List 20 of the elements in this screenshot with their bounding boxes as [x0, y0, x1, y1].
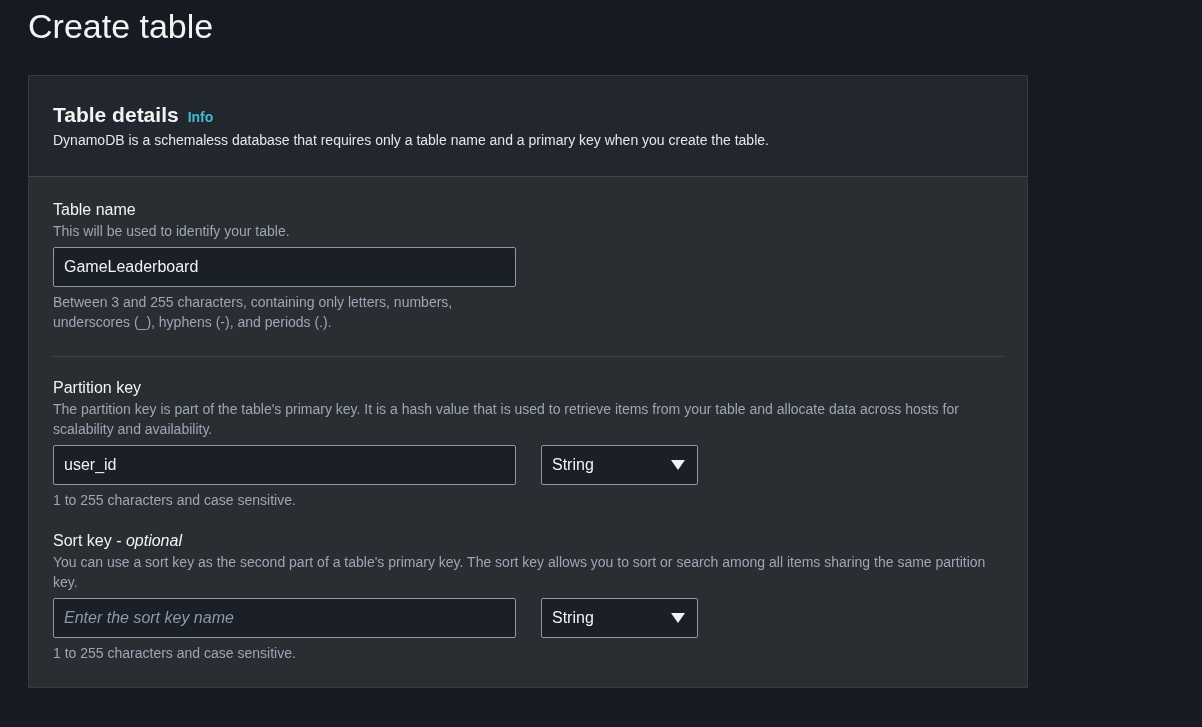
panel-title: Table details [53, 102, 179, 128]
type-dropdown[interactable]: String [541, 445, 698, 485]
text-input-field[interactable]: GameLeaderboard [53, 247, 516, 287]
field-description: You can use a sort key as the second part of a table's primary key. The sort key allows you to sort or search among all items sharing the same partition key. [53, 553, 987, 592]
field-label: Table name [53, 200, 136, 220]
info-link[interactable]: Info [187, 107, 214, 128]
field-description: The partition key is part of the table's primary key. It is a hash value that is used to retrieve items from your table and allocate data across hosts for scalability and availability. [53, 400, 960, 439]
page-title: Create table [28, 6, 214, 47]
caret-down-icon [671, 460, 685, 470]
constraint-text: Between 3 and 255 characters, containing only letters, numbers, underscores (_), hyphens (-), and periods (.). [53, 293, 454, 332]
text-input-field[interactable]: Enter the sort key name [53, 598, 516, 638]
panel-description: DynamoDB is a schemaless database that requires only a table name and a primary key when you create the table. [53, 131, 769, 150]
field-label: Partition key [53, 378, 142, 398]
field-label: Sort key - optional [53, 531, 182, 551]
type-dropdown[interactable]: String [541, 598, 698, 638]
caret-down-icon [671, 613, 685, 623]
constraint-text: 1 to 255 characters and case sensitive. [53, 491, 296, 510]
constraint-text: 1 to 255 characters and case sensitive. [53, 644, 296, 663]
field-description: This will be used to identify your table. [53, 222, 290, 241]
text-input-field[interactable]: user_id [53, 445, 516, 485]
